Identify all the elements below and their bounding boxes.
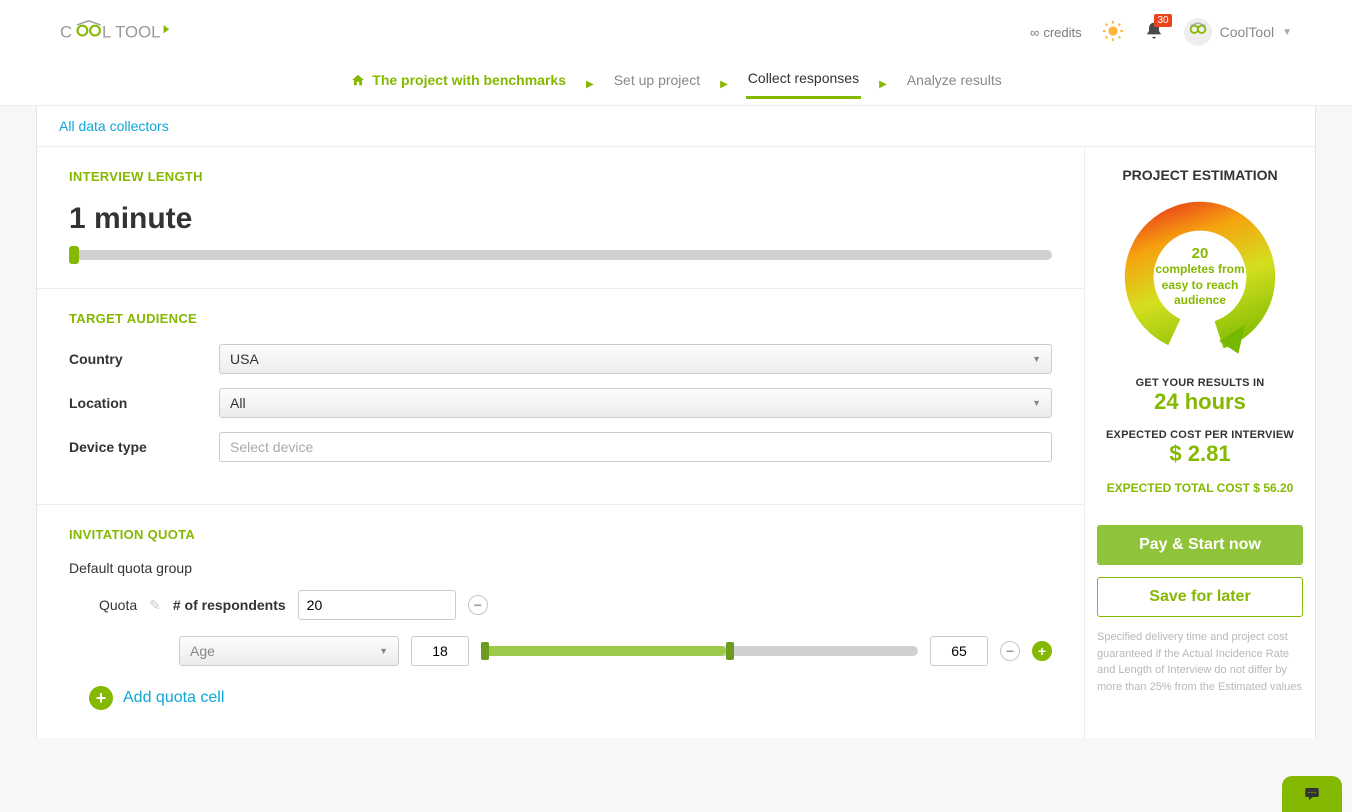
quota-label: Quota	[99, 597, 137, 613]
save-later-button[interactable]: Save for later	[1097, 577, 1303, 617]
country-select[interactable]: USA ▼	[219, 344, 1052, 374]
target-audience-title: TARGET AUDIENCE	[69, 311, 1052, 326]
breadcrumb-analyze[interactable]: Analyze results	[905, 72, 1004, 98]
chevron-down-icon: ▼	[1032, 398, 1041, 408]
age-min-input[interactable]	[411, 636, 469, 666]
chat-icon	[1301, 785, 1323, 803]
range-thumb-max[interactable]	[726, 642, 734, 660]
total-cost: EXPECTED TOTAL COST $ 56.20	[1097, 481, 1303, 495]
respondents-input[interactable]	[298, 590, 456, 620]
target-audience-card: TARGET AUDIENCE Country USA ▼ Location A…	[37, 289, 1084, 505]
project-name: The project with benchmarks	[372, 72, 566, 88]
idea-icon[interactable]	[1102, 20, 1124, 45]
home-icon	[350, 73, 366, 87]
respondents-label: # of respondents	[173, 597, 286, 613]
chat-fab[interactable]	[1282, 776, 1342, 812]
interview-length-card: INTERVIEW LENGTH 1 minute	[37, 147, 1084, 289]
cost-caption: EXPECTED COST PER INTERVIEW	[1097, 429, 1303, 441]
chevron-right-icon: ▶	[879, 79, 887, 90]
interview-length-value: 1 minute	[69, 202, 1052, 236]
infinity-icon: ∞	[1030, 25, 1039, 40]
top-bar: C L TOOL ∞ credits 30 CoolTool ▼	[0, 0, 1352, 64]
remove-respondents-button[interactable]: −	[468, 595, 488, 615]
notifications-icon[interactable]: 30	[1144, 20, 1164, 45]
breadcrumb: The project with benchmarks ▶ Set up pro…	[0, 64, 1352, 106]
country-value: USA	[230, 351, 259, 367]
age-select[interactable]: Age ▼	[179, 636, 399, 666]
results-value: 24 hours	[1097, 389, 1303, 415]
svg-text:L TOOL: L TOOL	[102, 23, 160, 42]
estimation-panel: PROJECT ESTIMATION 20	[1085, 147, 1315, 738]
disclaimer-text: Specified delivery time and project cost…	[1097, 629, 1303, 695]
range-thumb-min[interactable]	[481, 642, 489, 660]
user-menu[interactable]: CoolTool ▼	[1184, 18, 1292, 46]
chevron-down-icon: ▼	[1282, 27, 1292, 38]
notification-badge: 30	[1154, 14, 1171, 27]
length-slider[interactable]	[69, 250, 1052, 260]
plus-icon: +	[89, 686, 113, 710]
cost-value: $ 2.81	[1097, 441, 1303, 467]
add-quota-cell-button[interactable]: + Add quota cell	[69, 686, 1052, 710]
invitation-quota-card: INVITATION QUOTA Default quota group Quo…	[37, 505, 1084, 738]
username: CoolTool	[1220, 24, 1274, 40]
invitation-quota-title: INVITATION QUOTA	[69, 527, 1052, 542]
device-placeholder: Select device	[230, 439, 313, 455]
slider-thumb[interactable]	[69, 246, 79, 264]
credits-link[interactable]: ∞ credits	[1030, 25, 1082, 40]
estimation-donut: 20 completes from easy to reach audience	[1120, 197, 1280, 357]
completes-count: 20	[1192, 245, 1209, 262]
chevron-right-icon: ▶	[586, 79, 594, 90]
credits-label: credits	[1043, 25, 1081, 40]
breadcrumb-collect[interactable]: Collect responses	[746, 70, 861, 99]
avatar	[1184, 18, 1212, 46]
svg-text:C: C	[60, 23, 72, 42]
add-quota-cell-label: Add quota cell	[123, 689, 224, 707]
results-caption: GET YOUR RESULTS IN	[1097, 377, 1303, 389]
pay-start-button[interactable]: Pay & Start now	[1097, 525, 1303, 565]
all-collectors-link[interactable]: All data collectors	[59, 118, 169, 134]
pencil-icon[interactable]: ✎	[149, 597, 161, 614]
estimation-title: PROJECT ESTIMATION	[1097, 167, 1303, 183]
chevron-down-icon: ▼	[1032, 354, 1041, 364]
logo[interactable]: C L TOOL	[60, 18, 200, 46]
location-label: Location	[69, 395, 209, 411]
add-age-button[interactable]: +	[1032, 641, 1052, 661]
chevron-down-icon: ▼	[379, 646, 388, 656]
location-select[interactable]: All ▼	[219, 388, 1052, 418]
quota-group-title: Default quota group	[69, 560, 1052, 576]
age-label: Age	[190, 643, 215, 659]
age-range-slider[interactable]	[481, 646, 918, 656]
device-select[interactable]: Select device	[219, 432, 1052, 462]
device-label: Device type	[69, 439, 209, 455]
age-max-input[interactable]	[930, 636, 988, 666]
remove-age-button[interactable]: −	[1000, 641, 1020, 661]
breadcrumb-setup[interactable]: Set up project	[612, 72, 702, 98]
completes-text: completes from easy to reach audience	[1142, 262, 1258, 309]
location-value: All	[230, 395, 246, 411]
chevron-right-icon: ▶	[720, 79, 728, 90]
breadcrumb-home[interactable]: The project with benchmarks	[348, 72, 568, 98]
country-label: Country	[69, 351, 209, 367]
interview-length-title: INTERVIEW LENGTH	[69, 169, 1052, 184]
